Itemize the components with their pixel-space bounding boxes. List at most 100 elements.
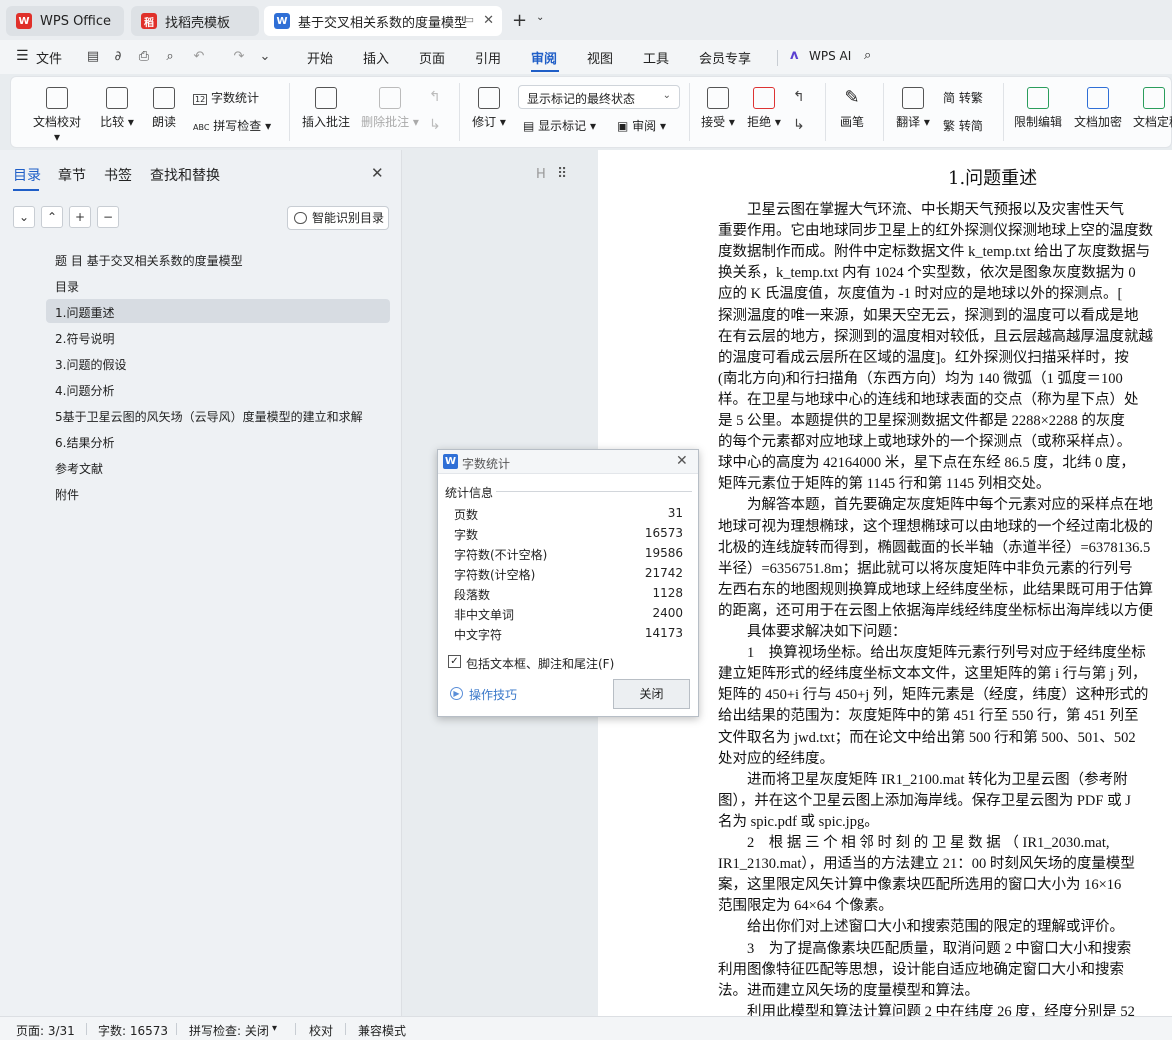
previous-comment-icon[interactable]: ↰ (429, 89, 441, 105)
collapse-button[interactable]: ⌄ (13, 206, 35, 228)
close-tab-icon[interactable]: ✕ (483, 13, 494, 28)
smart-toc-button[interactable]: 智能识别目录 (287, 206, 389, 230)
toc-item[interactable]: 附件 (55, 486, 79, 503)
paragraph-line: 矩阵的 450+i 行与 450+j 列，矩阵元素是（经度，纬度）这种形式的 (718, 687, 1149, 704)
tab-sections[interactable]: 章节 (58, 165, 86, 185)
menu-home[interactable]: 开始 (307, 48, 333, 67)
accept-button[interactable]: 接受 ▾ (699, 87, 737, 130)
close-icon[interactable]: ✕ (676, 453, 688, 469)
next-comment-icon[interactable]: ↳ (429, 117, 441, 133)
menu-page[interactable]: 页面 (419, 48, 445, 67)
toc-item[interactable]: 1.问题重述 (55, 304, 114, 321)
menu-reference[interactable]: 引用 (475, 48, 501, 67)
encrypt-icon (1087, 87, 1109, 109)
toc-item[interactable]: 4.问题分析 (55, 382, 114, 399)
pen-button[interactable]: ✎ 画笔 (837, 87, 867, 130)
close-icon[interactable]: ✕ (371, 164, 384, 182)
undo-icon[interactable]: ↶ (190, 48, 208, 66)
tab-document[interactable]: W 基于交叉相关系数的度量模型 ▭ ✕ (264, 6, 502, 36)
translate-button[interactable]: 翻译 ▾ (893, 87, 933, 130)
review-pane-button[interactable]: ▣ 审阅 ▾ (617, 117, 666, 134)
doc-check-icon (46, 87, 68, 109)
doc-check-button[interactable]: 文档校对 ▾ (29, 87, 85, 144)
new-tab-icon[interactable]: + (512, 10, 527, 31)
spell-check-status[interactable]: 拼写检查: 关闭 (189, 1022, 269, 1039)
menu-insert[interactable]: 插入 (363, 48, 389, 67)
paragraph-line: 应的 K 氏温度值，灰度值为 -1 时对应的是地球以外的探测点。[ (718, 286, 1123, 303)
next-change-icon[interactable]: ↳ (793, 117, 805, 133)
paragraph-line: 卫星云图在掌握大气环流、中长期天气预报以及灾害性天气 (718, 202, 1124, 218)
paragraph-line: 北极的连线旋转而得到，椭圆截面的长半轴（赤道半径）=6378136.5 (718, 539, 1151, 556)
word-count-indicator[interactable]: 字数: 16573 (98, 1022, 168, 1039)
include-textbox-checkbox[interactable]: ✓ (448, 655, 461, 668)
screen-icon[interactable]: ▭ (464, 13, 474, 26)
section-heading: 1.问题重述 (948, 168, 1038, 189)
finalize-button[interactable]: 文档定稿 (1133, 87, 1172, 130)
toc-item[interactable]: 参考文献 (55, 460, 103, 477)
search-icon[interactable]: ⌕ (864, 48, 871, 63)
restrict-edit-button[interactable]: 限制编辑 (1013, 87, 1063, 130)
chevron-down-icon: ▾ (124, 115, 134, 129)
close-button[interactable]: 关闭 (613, 679, 690, 709)
proofread-button[interactable]: 校对 (309, 1022, 333, 1039)
to-traditional-button[interactable]: 简 转繁 (943, 89, 983, 106)
revise-button[interactable]: 修订 ▾ (469, 87, 509, 130)
smart-toc-icon (294, 212, 307, 224)
paragraph-line: 建立矩阵形式的经纬度坐标文本文件，这里矩阵的第 i 行与第 j 列， (718, 666, 1147, 683)
tab-toc[interactable]: 目录 (13, 165, 41, 185)
page-indicator[interactable]: 页面: 3/31 (16, 1022, 75, 1039)
print-icon[interactable]: ⎙ (135, 48, 153, 66)
menu-view[interactable]: 视图 (587, 48, 613, 67)
toc-item[interactable]: 2.符号说明 (55, 330, 114, 347)
hamburger-icon[interactable]: ☰ (16, 48, 29, 64)
show-markup-button[interactable]: ▤ 显示标记 ▾ (523, 117, 596, 134)
insert-comment-button[interactable]: 插入批注 (301, 87, 351, 130)
chevron-down-icon[interactable]: ▾ (272, 1023, 277, 1034)
menu-member[interactable]: 会员专享 (699, 48, 751, 67)
tips-link[interactable]: 操作技巧 (469, 686, 517, 703)
chevron-down-icon[interactable]: ⌄ (536, 12, 544, 23)
encrypt-button[interactable]: 文档加密 (1073, 87, 1123, 130)
delete-comment-button[interactable]: 删除批注 ▾ (361, 87, 419, 130)
remove-heading-button[interactable]: − (97, 206, 119, 228)
heading-marker-icon[interactable]: H (536, 167, 546, 182)
read-aloud-button[interactable]: 朗读 (149, 87, 179, 130)
spell-check-button[interactable]: ABC 拼写检查 ▾ (193, 117, 271, 134)
divider (176, 1023, 177, 1035)
markup-state-select[interactable]: 显示标记的最终状态 ⌄ (518, 85, 680, 109)
compare-button[interactable]: 比较 ▾ (97, 87, 137, 130)
toc-item[interactable]: 题 目 基于交叉相关系数的度量模型 (55, 252, 243, 269)
toc-item[interactable]: 5基于卫星云图的风矢场（云导风）度量模型的建立和求解 (55, 408, 363, 425)
tab-wps-office[interactable]: W WPS Office (6, 6, 124, 36)
word-count-button[interactable]: 12 字数统计 (193, 89, 259, 106)
tab-find-replace[interactable]: 查找和替换 (150, 165, 220, 185)
print-preview-icon[interactable]: ⌕ (161, 48, 179, 66)
toc-item[interactable]: 目录 (55, 278, 79, 295)
expand-button[interactable]: ⌃ (41, 206, 63, 228)
menu-tools[interactable]: 工具 (643, 48, 669, 67)
stat-value: 14173 (644, 626, 683, 640)
paragraph-line: 1 换算视场坐标。给出灰度矩阵元素行列号对应于经纬度坐标 (718, 645, 1146, 662)
chevron-down-icon: ⌄ (18, 210, 30, 224)
to-simplified-button[interactable]: 繁 转简 (943, 117, 983, 134)
menu-review[interactable]: 审阅 (531, 48, 557, 67)
toc-item[interactable]: 6.结果分析 (55, 434, 114, 451)
drag-handle-icon[interactable]: ⠿ (557, 166, 567, 182)
word-count-dialog: W 字数统计 ✕ 统计信息 页数 31 字数 16573 字符数(不计空格) 19586 字… (437, 449, 699, 717)
link-icon[interactable]: ∂ (109, 48, 127, 66)
add-heading-button[interactable]: + (69, 206, 91, 228)
toc-item[interactable]: 3.问题的假设 (55, 356, 126, 373)
tab-bookmarks[interactable]: 书签 (104, 165, 132, 185)
menu-file[interactable]: 文件 (36, 48, 62, 67)
redo-icon[interactable]: ↷ (230, 48, 248, 66)
save-icon[interactable]: ▤ (84, 48, 102, 66)
menu-wps-ai[interactable]: WPS AI (809, 49, 851, 63)
read-aloud-label: 朗读 (151, 115, 176, 129)
more-icon[interactable]: ⌄ (256, 48, 274, 66)
reject-button[interactable]: 拒绝 ▾ (745, 87, 783, 130)
reject-icon (753, 87, 775, 109)
stat-label: 字数 (454, 528, 479, 542)
previous-change-icon[interactable]: ↰ (793, 89, 805, 105)
tab-label: 找稻壳模板 (165, 15, 231, 31)
tab-docer[interactable]: 稻 找稻壳模板 (131, 6, 259, 36)
